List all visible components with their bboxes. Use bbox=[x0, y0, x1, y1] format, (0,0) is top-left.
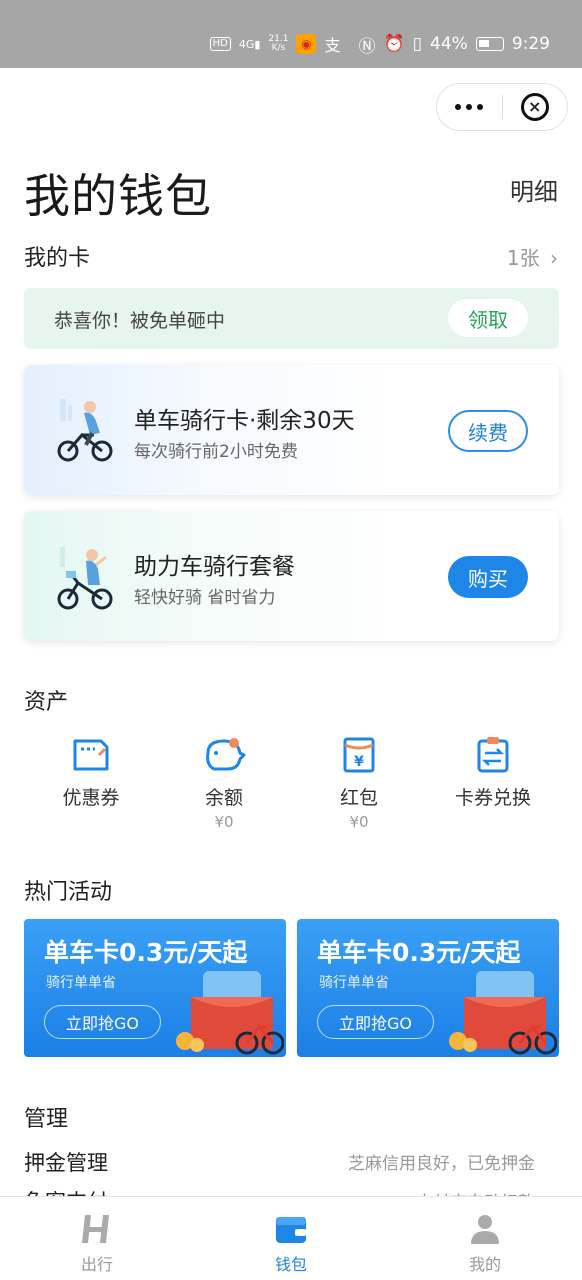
red-packet-icon: ¥ bbox=[343, 737, 375, 773]
nfc-icon: Ⓝ bbox=[358, 36, 376, 57]
row-value: 芝麻信用良好，已免押金 bbox=[348, 1154, 535, 1174]
bottom-tab-bar: 出行 钱包 我的 bbox=[0, 1196, 582, 1280]
weibo-icon: ◉ bbox=[296, 34, 317, 54]
promo-card[interactable]: 单车卡0.3元/天起 骑行单单省 立即抢GO bbox=[297, 919, 559, 1057]
grab-now-button[interactable]: 立即抢GO bbox=[317, 1005, 434, 1039]
cyclist-icon bbox=[57, 399, 113, 462]
tab-wallet[interactable]: 钱包 bbox=[251, 1213, 331, 1275]
tab-label: 钱包 bbox=[274, 1255, 307, 1274]
wallet-bike-illustration bbox=[449, 971, 557, 1055]
my-cards-heading: 我的卡 bbox=[24, 246, 91, 271]
free-ride-banner: 恭喜你！被免单砸中 领取 bbox=[24, 288, 559, 349]
card-title: 单车骑行卡·剩余30天 bbox=[134, 408, 355, 434]
coupon-icon bbox=[73, 739, 109, 771]
banner-text: 恭喜你！被免单砸中 bbox=[54, 310, 226, 332]
hot-activities-heading: 热门活动 bbox=[24, 880, 113, 905]
card-subtitle: 每次骑行前2小时免费 bbox=[134, 442, 298, 462]
wallet-bike-illustration bbox=[176, 971, 284, 1055]
grab-now-button[interactable]: 立即抢GO bbox=[44, 1005, 161, 1039]
promo-title: 单车卡0.3元/天起 bbox=[44, 938, 248, 967]
asset-red-packet[interactable]: ¥ 红包 ¥0 bbox=[304, 735, 414, 831]
asset-value: ¥0 bbox=[214, 813, 234, 831]
more-button[interactable] bbox=[437, 84, 502, 130]
page-title: 我的钱包 bbox=[24, 169, 212, 223]
chevron-right-icon: › bbox=[550, 246, 558, 270]
assets-heading: 资产 bbox=[24, 690, 69, 715]
management-heading: 管理 bbox=[24, 1107, 69, 1132]
asset-balance[interactable]: 余额 ¥0 bbox=[169, 735, 279, 831]
piggy-bank-icon bbox=[206, 738, 246, 771]
status-bar: HD 4G▮ 21.1 K/s ◉ 支 Ⓝ ⏰ ▯ 44% 9:29 bbox=[0, 0, 582, 68]
ebike-card[interactable]: 助力车骑行套餐 轻快好骑 省时省力 购买 bbox=[24, 511, 559, 641]
ebike-rider-icon bbox=[57, 547, 113, 610]
buy-button[interactable]: 购买 bbox=[448, 556, 528, 598]
person-icon bbox=[471, 1215, 499, 1244]
renew-button[interactable]: 续费 bbox=[448, 410, 528, 452]
promo-title: 单车卡0.3元/天起 bbox=[317, 938, 521, 967]
asset-label: 余额 bbox=[204, 787, 243, 809]
clock: 9:29 bbox=[511, 34, 550, 54]
detail-link[interactable]: 明细 bbox=[510, 172, 558, 207]
hd-icon: HD bbox=[209, 37, 231, 51]
promo-subtitle: 骑行单单省 bbox=[46, 975, 116, 991]
card-subtitle: 轻快好骑 省时省力 bbox=[134, 588, 276, 608]
asset-value: ¥0 bbox=[349, 813, 369, 831]
wallet-icon bbox=[276, 1217, 306, 1243]
tab-travel[interactable]: 出行 bbox=[57, 1213, 137, 1275]
asset-label: 卡券兑换 bbox=[454, 787, 531, 809]
asset-label: 优惠券 bbox=[62, 787, 120, 809]
asset-coupon[interactable]: 优惠券 bbox=[36, 735, 146, 810]
asset-exchange[interactable]: 卡券兑换 bbox=[438, 735, 548, 810]
asset-label: 红包 bbox=[339, 787, 378, 809]
battery-percent: 44% bbox=[430, 34, 468, 54]
claim-button[interactable]: 领取 bbox=[448, 299, 528, 337]
row-label: 押金管理 bbox=[24, 1151, 108, 1175]
battery-icon bbox=[475, 37, 504, 51]
exchange-icon bbox=[477, 737, 509, 773]
net-speed: 21.1 K/s bbox=[268, 34, 289, 53]
alarm-icon: ⏰ bbox=[383, 34, 405, 54]
alipay-icon: 支 bbox=[324, 36, 341, 55]
card-title: 助力车骑行套餐 bbox=[134, 554, 295, 580]
card-count-link[interactable]: 1张 › bbox=[507, 242, 558, 271]
promo-card[interactable]: 单车卡0.3元/天起 骑行单单省 立即抢GO bbox=[24, 919, 286, 1057]
vibrate-icon: ▯ bbox=[412, 34, 423, 54]
tab-label: 我的 bbox=[468, 1255, 501, 1274]
card-count: 1张 bbox=[506, 246, 540, 270]
deposit-row[interactable]: 押金管理 芝麻信用良好，已免押金 bbox=[24, 1147, 559, 1177]
hellobike-logo-icon bbox=[82, 1215, 109, 1243]
signal-icon: 4G▮ bbox=[238, 37, 261, 51]
tab-profile[interactable]: 我的 bbox=[445, 1213, 525, 1275]
svg-text:¥: ¥ bbox=[354, 754, 364, 770]
tab-label: 出行 bbox=[80, 1255, 113, 1274]
close-icon: × bbox=[520, 93, 549, 121]
close-button[interactable]: × bbox=[503, 84, 568, 130]
promo-subtitle: 骑行单单省 bbox=[319, 975, 389, 991]
bike-card[interactable]: 单车骑行卡·剩余30天 每次骑行前2小时免费 续费 bbox=[24, 365, 559, 495]
miniprogram-capsule: × bbox=[436, 83, 568, 131]
